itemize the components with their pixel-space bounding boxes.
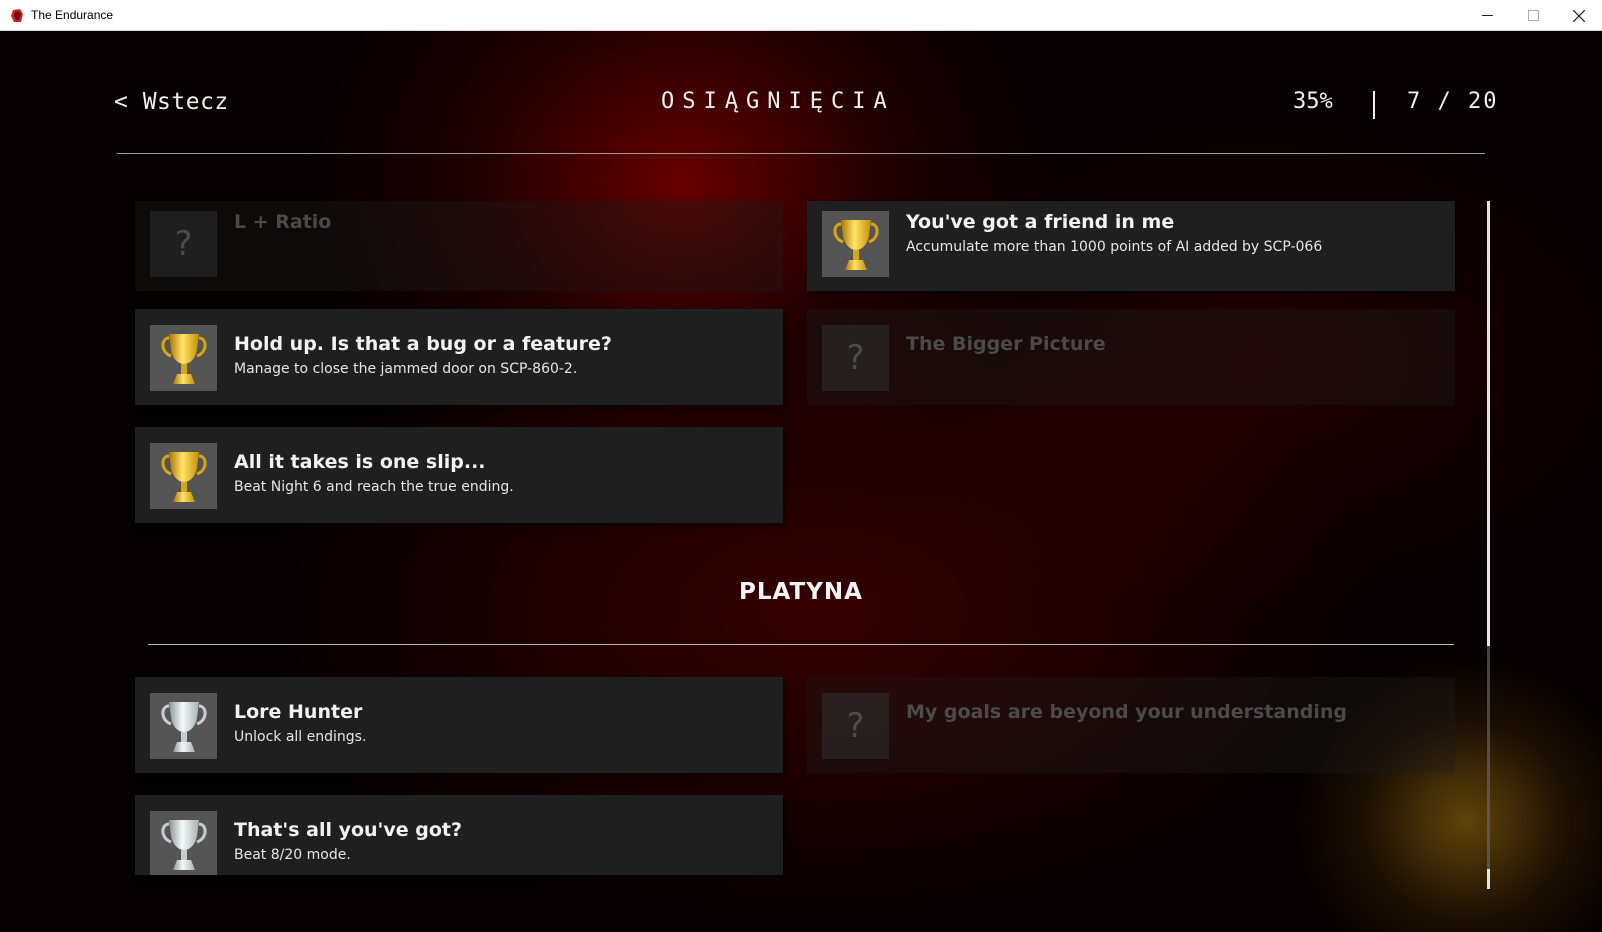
scrollbar-end-marker	[1487, 869, 1490, 889]
platinum-trophy-icon	[150, 693, 217, 759]
back-button[interactable]: < Wstecz	[114, 89, 229, 115]
trophy-icon	[160, 452, 207, 502]
close-button[interactable]	[1556, 0, 1602, 31]
minimize-button[interactable]	[1464, 0, 1510, 31]
locked-achievement-icon: ?	[822, 325, 889, 391]
question-mark-icon: ?	[174, 224, 193, 264]
question-mark-icon: ?	[846, 706, 865, 746]
trophy-icon	[160, 820, 207, 870]
achievement-title: Hold up. Is that a bug or a feature?	[234, 333, 612, 355]
trophy-icon	[832, 220, 879, 270]
trophy-icon	[160, 702, 207, 752]
achievement-description: Beat Night 6 and reach the true ending.	[234, 479, 514, 495]
achievement-title: You've got a friend in me	[906, 211, 1175, 233]
app-icon	[11, 9, 23, 22]
platinum-trophy-icon	[150, 811, 217, 875]
header-divider	[117, 153, 1485, 154]
achievement-card[interactable]: ? L + Ratio	[135, 201, 783, 291]
achievement-count: 7 / 20	[1407, 89, 1499, 114]
maximize-icon	[1527, 10, 1539, 21]
question-mark-icon: ?	[846, 338, 865, 378]
locked-achievement-icon: ?	[822, 693, 889, 759]
achievement-title: That's all you've got?	[234, 819, 463, 841]
section-title-platinum: PLATYNA	[739, 579, 863, 605]
achievement-card[interactable]: You've got a friend in me Accumulate mor…	[807, 201, 1455, 291]
achievement-description: Unlock all endings.	[234, 729, 367, 745]
achievement-card[interactable]: Lore Hunter Unlock all endings.	[135, 677, 783, 773]
achievement-title: My goals are beyond your understanding	[906, 701, 1348, 723]
close-icon	[1573, 9, 1585, 22]
window-titlebar: The Endurance	[0, 0, 1602, 31]
achievement-title: L + Ratio	[234, 211, 332, 233]
achievement-card[interactable]: Hold up. Is that a bug or a feature? Man…	[135, 309, 783, 405]
gold-trophy-icon	[150, 443, 217, 509]
achievement-title: The Bigger Picture	[906, 333, 1106, 355]
achievement-card[interactable]: ? The Bigger Picture	[807, 309, 1455, 405]
locked-achievement-icon: ?	[150, 211, 217, 277]
maximize-button[interactable]	[1510, 0, 1556, 31]
completion-percent: 35%	[1293, 89, 1333, 114]
achievement-title: All it takes is one slip...	[234, 451, 486, 473]
achievements-screen: < Wstecz OSIĄGNIĘCIA 35% 7 / 20 ? L + Ra…	[1, 31, 1601, 932]
page-title: OSIĄGNIĘCIA	[661, 89, 895, 114]
achievement-card[interactable]: ? My goals are beyond your understanding	[807, 677, 1455, 773]
achievement-description: Manage to close the jammed door on SCP-8…	[234, 361, 578, 377]
scrollbar[interactable]	[1487, 201, 1490, 889]
minimize-icon	[1481, 15, 1493, 16]
achievement-card[interactable]: That's all you've got? Beat 8/20 mode.	[135, 795, 783, 875]
achievement-card[interactable]: All it takes is one slip... Beat Night 6…	[135, 427, 783, 523]
window-title: The Endurance	[31, 8, 114, 22]
trophy-icon	[160, 334, 207, 384]
scrollbar-thumb[interactable]	[1487, 201, 1490, 646]
gold-trophy-icon	[822, 211, 889, 277]
achievement-description: Accumulate more than 1000 points of AI a…	[906, 239, 1323, 255]
achievement-title: Lore Hunter	[234, 701, 363, 723]
achievement-description: Beat 8/20 mode.	[234, 847, 351, 863]
progress-divider	[1373, 91, 1375, 119]
section-divider	[148, 644, 1454, 645]
gold-trophy-icon	[150, 325, 217, 391]
